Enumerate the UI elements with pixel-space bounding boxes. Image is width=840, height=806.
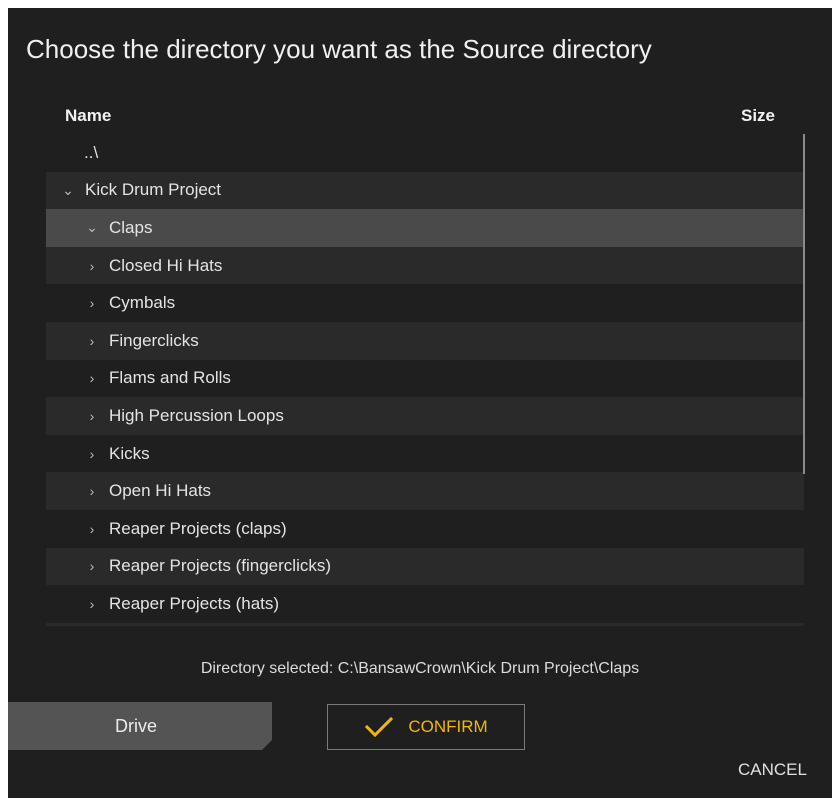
list-item-label: Reaper Projects (fingerclicks) xyxy=(109,556,332,576)
list-item-closed-hi-hats[interactable]: › Closed Hi Hats xyxy=(46,246,804,285)
button-corner-decoration xyxy=(262,740,272,750)
directory-list: ..\ ⌄ Kick Drum Project ⌄ Claps › Closed… xyxy=(46,134,804,626)
chevron-right-icon[interactable]: › xyxy=(84,446,100,462)
chevron-down-icon[interactable]: ⌄ xyxy=(60,182,76,199)
list-item-fingerclicks[interactable]: › Fingerclicks xyxy=(46,321,804,360)
chevron-right-icon[interactable]: › xyxy=(84,596,100,612)
chevron-right-icon[interactable]: › xyxy=(84,258,100,274)
cancel-button[interactable]: CANCEL xyxy=(738,760,807,780)
chevron-right-icon[interactable]: › xyxy=(84,370,100,386)
list-item-open-hi-hats[interactable]: › Open Hi Hats xyxy=(46,472,804,510)
list-item-high-percussion-loops[interactable]: › High Percussion Loops xyxy=(46,397,804,435)
confirm-button-label: CONFIRM xyxy=(408,717,488,736)
column-header-name[interactable]: Name xyxy=(65,106,111,126)
list-item-reaper-projects-fingerclicks[interactable]: › Reaper Projects (fingerclicks) xyxy=(46,547,804,586)
chevron-right-icon[interactable]: › xyxy=(84,521,100,537)
list-item-label: Reaper Projects (hats) xyxy=(109,593,280,613)
column-header-size[interactable]: Size xyxy=(741,106,775,126)
dialog-title: Choose the directory you want as the Sou… xyxy=(26,34,652,64)
drive-button-label: Drive xyxy=(114,715,157,736)
list-item-label: Closed Hi Hats xyxy=(109,255,223,275)
chevron-down-icon[interactable]: ⌄ xyxy=(84,219,100,236)
confirm-button[interactable]: CONFIRM xyxy=(327,704,525,750)
list-item-kicks[interactable]: › Kicks xyxy=(46,434,804,473)
list-item-reaper-projects-hats[interactable]: › Reaper Projects (hats) xyxy=(46,585,804,623)
list-item-label: Flams and Rolls xyxy=(109,368,231,388)
chevron-right-icon[interactable]: › xyxy=(84,295,100,311)
list-item-label: Cymbals xyxy=(109,293,176,313)
chevron-right-icon[interactable]: › xyxy=(84,333,100,349)
list-item-label: Reaper Projects (claps) xyxy=(109,518,287,538)
list-item-label: Claps xyxy=(109,217,153,237)
chevron-right-icon[interactable]: › xyxy=(84,558,100,574)
list-item-label: Open Hi Hats xyxy=(109,481,212,501)
list-item-label: ..\ xyxy=(84,142,99,162)
list-item-claps[interactable]: ⌄ Claps xyxy=(46,209,804,247)
directory-selected-status: Directory selected: C:\BansawCrown\Kick … xyxy=(200,660,640,677)
list-item-partial[interactable] xyxy=(46,622,804,626)
chevron-right-icon[interactable]: › xyxy=(84,483,100,499)
list-item-reaper-projects-claps[interactable]: › Reaper Projects (claps) xyxy=(46,509,804,548)
list-item-parent-directory[interactable]: ..\ xyxy=(46,134,804,172)
list-item-cymbals[interactable]: › Cymbals xyxy=(46,284,804,322)
list-item-label: Kicks xyxy=(109,443,150,463)
list-item-label: High Percussion Loops xyxy=(109,405,284,425)
list-item-flams-and-rolls[interactable]: › Flams and Rolls xyxy=(46,359,804,398)
directory-chooser-dialog: Choose the directory you want as the Sou… xyxy=(8,8,832,798)
list-scrollbar[interactable] xyxy=(803,134,805,474)
list-item-label: Kick Drum Project xyxy=(85,180,222,200)
chevron-right-icon[interactable]: › xyxy=(84,408,100,424)
list-item-kick-drum-project[interactable]: ⌄ Kick Drum Project xyxy=(46,171,804,210)
checkmark-icon xyxy=(365,716,394,738)
drive-button[interactable]: Drive xyxy=(8,702,272,750)
list-item-label: Fingerclicks xyxy=(109,330,199,350)
